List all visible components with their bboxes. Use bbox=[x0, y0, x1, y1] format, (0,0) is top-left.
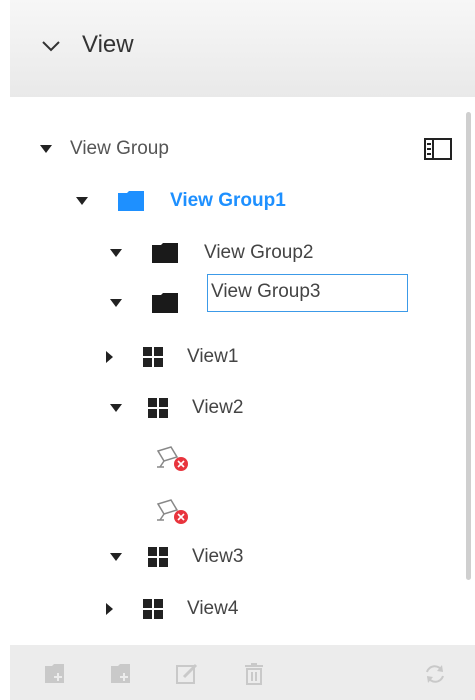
tree-item-label: View Group2 bbox=[204, 242, 314, 263]
expand-arrow-icon[interactable] bbox=[40, 145, 52, 153]
add-group-icon[interactable] bbox=[44, 663, 66, 685]
grid-icon bbox=[148, 398, 168, 418]
tree-item-label: View4 bbox=[187, 598, 239, 619]
tree-item-label: View1 bbox=[187, 346, 239, 367]
tree-item-label: View2 bbox=[192, 397, 244, 418]
camera-offline-icon[interactable] bbox=[155, 498, 191, 526]
expand-arrow-icon[interactable] bbox=[106, 603, 113, 615]
tree-root-label: View Group bbox=[70, 138, 169, 159]
tree-item-view-group2[interactable]: View Group2 bbox=[110, 238, 314, 268]
expand-arrow-icon[interactable] bbox=[76, 197, 88, 205]
edit-icon[interactable] bbox=[176, 663, 198, 685]
delete-icon[interactable] bbox=[243, 663, 265, 685]
expand-arrow-icon[interactable] bbox=[110, 553, 122, 561]
panel-title: View bbox=[82, 31, 134, 58]
expand-arrow-icon[interactable] bbox=[106, 351, 113, 363]
grid-icon bbox=[148, 547, 168, 567]
folder-icon bbox=[118, 191, 144, 211]
bottom-toolbar bbox=[10, 645, 475, 700]
tree-item-view3[interactable]: View3 bbox=[110, 542, 243, 572]
refresh-icon[interactable] bbox=[424, 663, 446, 685]
tree-item-view4[interactable]: View4 bbox=[106, 594, 238, 624]
tree-item-view2[interactable]: View2 bbox=[110, 393, 243, 423]
scrollbar[interactable] bbox=[466, 112, 471, 580]
expand-arrow-icon[interactable] bbox=[110, 404, 122, 412]
expand-arrow-icon[interactable] bbox=[110, 249, 122, 257]
tree-item-label: View Group1 bbox=[170, 190, 286, 211]
folder-icon bbox=[152, 293, 178, 313]
chevron-down-icon[interactable] bbox=[40, 35, 62, 57]
tree-item-label: View3 bbox=[192, 546, 244, 567]
grid-icon bbox=[143, 599, 163, 619]
rename-group-input[interactable]: View Group3 bbox=[207, 274, 408, 312]
add-view-icon[interactable] bbox=[110, 663, 132, 685]
tree-item-view1[interactable]: View1 bbox=[106, 342, 238, 372]
expand-arrow-icon[interactable] bbox=[110, 299, 122, 307]
view-panel-header[interactable]: View bbox=[10, 0, 475, 97]
tree-item-view-group1[interactable]: View Group1 bbox=[76, 186, 286, 216]
panel-toggle-icon[interactable] bbox=[424, 138, 452, 160]
grid-icon bbox=[143, 347, 163, 367]
camera-offline-icon[interactable] bbox=[155, 445, 191, 473]
tree-item-view-group3[interactable] bbox=[110, 288, 178, 318]
tree-root-view-group[interactable]: View Group bbox=[40, 134, 169, 164]
folder-icon bbox=[152, 243, 178, 263]
